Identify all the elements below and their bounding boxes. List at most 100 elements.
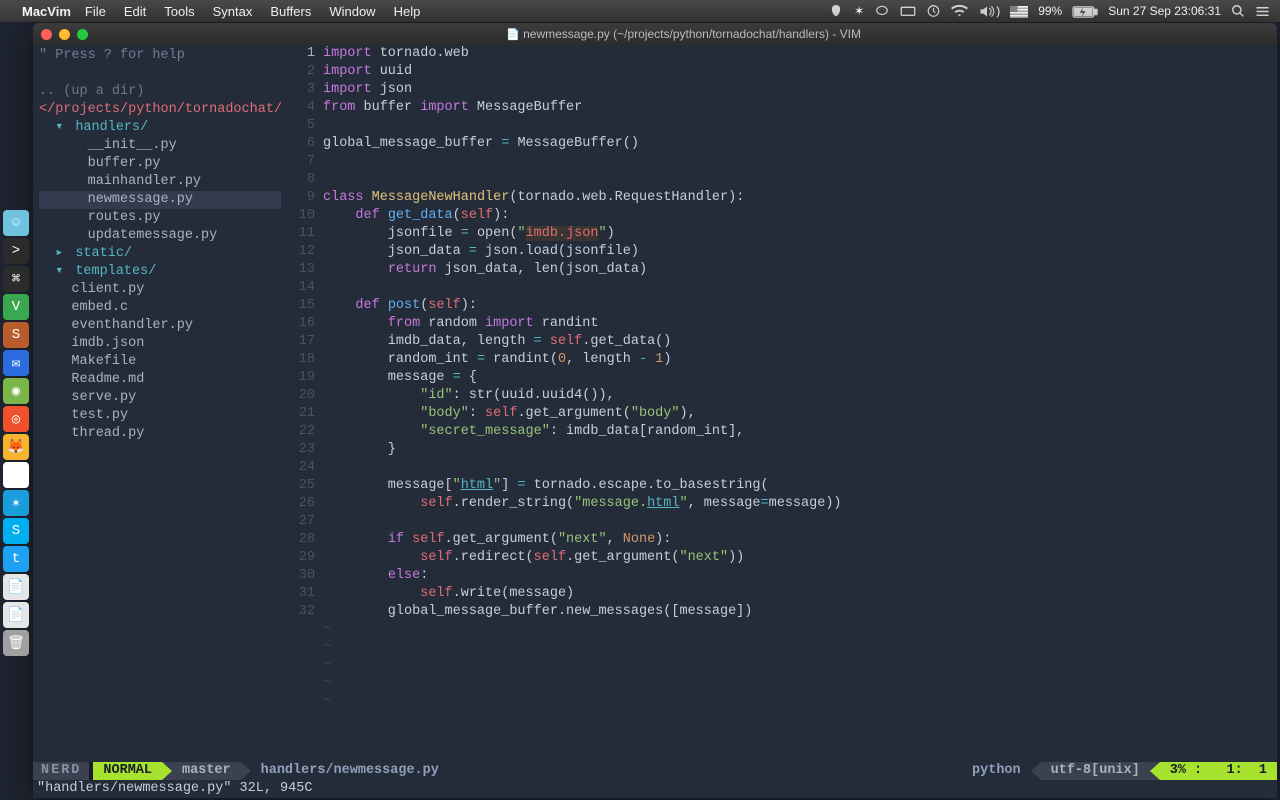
menu-tools[interactable]: Tools <box>164 4 194 19</box>
menu-window[interactable]: Window <box>329 4 375 19</box>
tree-dir[interactable]: ▸ static/ <box>39 245 281 263</box>
tree-file[interactable]: __init__.py <box>39 137 281 155</box>
code-line[interactable]: import uuid <box>323 63 1277 81</box>
code-line[interactable]: imdb_data, length = self.get_data() <box>323 333 1277 351</box>
code-line[interactable] <box>323 279 1277 297</box>
code[interactable]: import tornado.webimport uuidimport json… <box>323 45 1277 762</box>
code-line[interactable] <box>323 153 1277 171</box>
code-line[interactable]: } <box>323 441 1277 459</box>
code-line[interactable]: "body": self.get_argument("body"), <box>323 405 1277 423</box>
dock-app-14[interactable]: 📄 <box>3 602 29 628</box>
spotlight-icon[interactable] <box>1231 4 1245 19</box>
code-line[interactable]: self.redirect(self.get_argument("next")) <box>323 549 1277 567</box>
tree-file[interactable]: buffer.py <box>39 155 281 173</box>
code-line[interactable]: "id": str(uuid.uuid4()), <box>323 387 1277 405</box>
code-line[interactable]: self.render_string("message.html", messa… <box>323 495 1277 513</box>
code-line[interactable]: from random import randint <box>323 315 1277 333</box>
dock-app-2[interactable]: ⌘ <box>3 266 29 292</box>
tree-dir[interactable]: ▾ handlers/ <box>39 119 281 137</box>
code-line[interactable] <box>323 171 1277 189</box>
cmdline[interactable]: "handlers/newmessage.py" 32L, 945C <box>33 780 1277 798</box>
dock-app-6[interactable]: ◉ <box>3 378 29 404</box>
code-line[interactable]: message["html"] = tornado.escape.to_base… <box>323 477 1277 495</box>
code-line[interactable]: self.write(message) <box>323 585 1277 603</box>
volume-icon[interactable]: ) <box>978 4 1000 18</box>
tree-file[interactable]: updatemessage.py <box>39 227 281 245</box>
tree-file[interactable]: Readme.md <box>39 371 281 389</box>
code-line[interactable]: def get_data(self): <box>323 207 1277 225</box>
menu-buffers[interactable]: Buffers <box>270 4 311 19</box>
tree-file[interactable]: test.py <box>39 407 281 425</box>
code-line[interactable]: jsonfile = open("imdb.json") <box>323 225 1277 243</box>
menu-syntax[interactable]: Syntax <box>213 4 253 19</box>
line-number: 23 <box>287 441 315 459</box>
tree-file[interactable]: embed.c <box>39 299 281 317</box>
evernote-icon[interactable] <box>828 4 844 19</box>
nerdtree-root[interactable]: </projects/python/tornadochat/ <box>39 101 281 119</box>
tree-dir[interactable]: ▾ templates/ <box>39 263 281 281</box>
dock-app-9[interactable]: S <box>3 462 29 488</box>
battery-percent[interactable]: 99% <box>1038 4 1062 18</box>
dock-app-0[interactable]: ☺ <box>3 210 29 236</box>
clock[interactable]: Sun 27 Sep 23:06:31 <box>1108 4 1221 18</box>
code-line[interactable]: random_int = randint(0, length - 1) <box>323 351 1277 369</box>
code-line[interactable] <box>323 513 1277 531</box>
tree-file[interactable]: client.py <box>39 281 281 299</box>
tree-file[interactable]: newmessage.py <box>39 191 281 209</box>
dock-app-11[interactable]: S <box>3 518 29 544</box>
minimize-button[interactable] <box>59 29 70 40</box>
wifi-icon[interactable] <box>951 4 968 18</box>
timemachine-icon[interactable] <box>926 4 941 19</box>
battery-icon[interactable] <box>1072 4 1098 18</box>
code-line[interactable]: from buffer import MessageBuffer <box>323 99 1277 117</box>
close-button[interactable] <box>41 29 52 40</box>
titlebar[interactable]: 📄 newmessage.py (~/projects/python/torna… <box>33 23 1277 45</box>
editor: " Press ? for help .. (up a dir) </proje… <box>33 45 1277 798</box>
code-line[interactable]: def post(self): <box>323 297 1277 315</box>
menu-help[interactable]: Help <box>394 4 421 19</box>
tree-file[interactable]: imdb.json <box>39 335 281 353</box>
code-line[interactable]: json_data = json.load(jsonfile) <box>323 243 1277 261</box>
notification-center-icon[interactable] <box>1255 4 1270 18</box>
code-line[interactable]: message = { <box>323 369 1277 387</box>
code-pane[interactable]: 1234567891011121314151617181920212223242… <box>287 45 1277 762</box>
tree-file[interactable]: thread.py <box>39 425 281 443</box>
dock-app-7[interactable]: ◎ <box>3 406 29 432</box>
dock-app-1[interactable]: > <box>3 238 29 264</box>
dock-app-4[interactable]: S <box>3 322 29 348</box>
code-line[interactable]: if self.get_argument("next", None): <box>323 531 1277 549</box>
nerdtree-pane[interactable]: " Press ? for help .. (up a dir) </proje… <box>33 45 287 762</box>
tree-file[interactable]: serve.py <box>39 389 281 407</box>
dock-app-10[interactable]: ✶ <box>3 490 29 516</box>
flag-icon[interactable] <box>1010 4 1028 18</box>
menu-edit[interactable]: Edit <box>124 4 146 19</box>
code-line[interactable] <box>323 117 1277 135</box>
dock-app-15[interactable]: 🗑 <box>3 630 29 656</box>
tree-file[interactable]: mainhandler.py <box>39 173 281 191</box>
dock-app-12[interactable]: t <box>3 546 29 572</box>
dock-app-13[interactable]: 📄 <box>3 574 29 600</box>
code-line[interactable]: return json_data, len(json_data) <box>323 261 1277 279</box>
code-line[interactable]: import tornado.web <box>323 45 1277 63</box>
zoom-button[interactable] <box>77 29 88 40</box>
dropbox-icon[interactable]: ✶ <box>854 4 864 18</box>
code-line[interactable] <box>323 459 1277 477</box>
code-line[interactable]: import json <box>323 81 1277 99</box>
tree-file[interactable]: Makefile <box>39 353 281 371</box>
line-number: 13 <box>287 261 315 279</box>
tree-file[interactable]: routes.py <box>39 209 281 227</box>
dock-app-3[interactable]: V <box>3 294 29 320</box>
tree-file[interactable]: eventhandler.py <box>39 317 281 335</box>
menu-file[interactable]: File <box>85 4 106 19</box>
code-line[interactable]: class MessageNewHandler(tornado.web.Requ… <box>323 189 1277 207</box>
code-line[interactable]: else: <box>323 567 1277 585</box>
dock-app-8[interactable]: 🦊 <box>3 434 29 460</box>
display-icon[interactable] <box>900 4 916 18</box>
chat-icon[interactable] <box>874 4 890 19</box>
app-name[interactable]: MacVim <box>22 4 71 19</box>
nerdtree-updir[interactable]: .. (up a dir) <box>39 83 281 101</box>
code-line[interactable]: global_message_buffer = MessageBuffer() <box>323 135 1277 153</box>
code-line[interactable]: global_message_buffer.new_messages([mess… <box>323 603 1277 621</box>
code-line[interactable]: "secret_message": imdb_data[random_int], <box>323 423 1277 441</box>
dock-app-5[interactable]: ✉ <box>3 350 29 376</box>
